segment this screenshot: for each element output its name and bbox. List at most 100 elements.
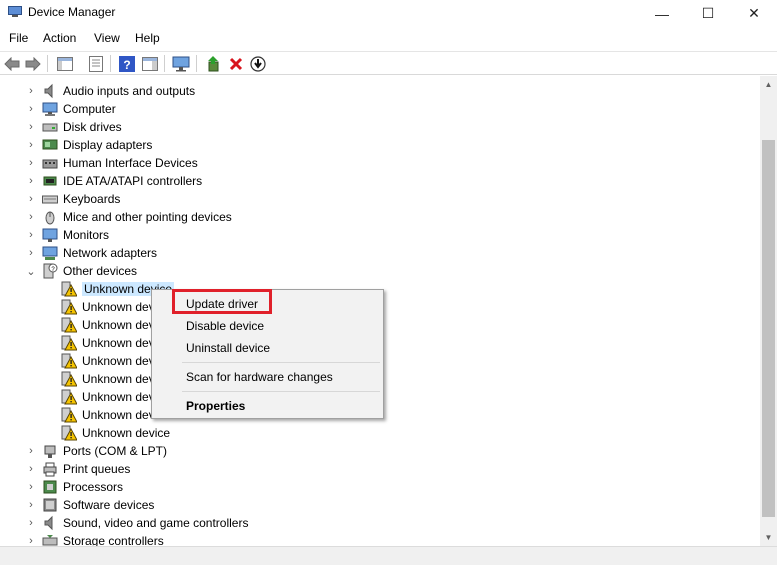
- tree-item-label: Monitors: [63, 228, 110, 242]
- chevron-right-icon[interactable]: ›: [26, 193, 36, 205]
- download-icon[interactable]: [249, 55, 267, 72]
- computer-icon: [42, 101, 58, 117]
- tree-category[interactable]: › Computer: [0, 100, 760, 118]
- tree-category[interactable]: › Mice and other pointing devices: [0, 208, 760, 226]
- tree-category[interactable]: › Software devices: [0, 496, 760, 514]
- help-icon[interactable]: ?: [118, 55, 136, 72]
- unknown-device-icon: [61, 407, 78, 423]
- tree-item-label: Disk drives: [63, 120, 122, 134]
- unknown-device-icon: [61, 371, 78, 387]
- console-tree-icon[interactable]: [56, 55, 74, 72]
- tree-item-label: Software devices: [63, 498, 155, 512]
- device-manager-window: Device Manager — ☐ ✕ File Action View He…: [0, 0, 777, 565]
- unknown-device-icon: [61, 335, 78, 351]
- keyboard-icon: [42, 191, 58, 207]
- maximize-button[interactable]: ☐: [685, 0, 731, 27]
- chevron-right-icon[interactable]: ›: [26, 247, 36, 259]
- menu-file[interactable]: File: [9, 31, 28, 45]
- menu-uninstall-device[interactable]: Uninstall device: [186, 341, 270, 355]
- software-icon: [42, 497, 58, 513]
- tree-category[interactable]: › Audio inputs and outputs: [0, 82, 760, 100]
- chevron-right-icon[interactable]: ›: [26, 85, 36, 97]
- scrollbar-thumb[interactable]: [762, 140, 775, 517]
- tree-item-label: Audio inputs and outputs: [63, 84, 196, 98]
- tree-category[interactable]: › Print queues: [0, 460, 760, 478]
- menu-disable-device[interactable]: Disable device: [186, 319, 264, 333]
- tree-item-label: Computer: [63, 102, 116, 116]
- tree-item-label: Keyboards: [63, 192, 121, 206]
- chevron-right-icon[interactable]: ›: [26, 463, 36, 475]
- chevron-right-icon[interactable]: ›: [26, 211, 36, 223]
- speaker-icon: [42, 83, 58, 99]
- port-icon: [42, 443, 58, 459]
- toolbar-separator: [110, 55, 111, 72]
- monitor-scan-icon[interactable]: [172, 55, 190, 72]
- toolbar-separator: [47, 55, 48, 72]
- tree-item-label: Other devices: [63, 264, 138, 278]
- chevron-right-icon[interactable]: ›: [26, 481, 36, 493]
- minimize-button[interactable]: —: [639, 0, 685, 27]
- mouse-icon: [42, 209, 58, 225]
- tree-category[interactable]: › IDE ATA/ATAPI controllers: [0, 172, 760, 190]
- tree-category[interactable]: › Keyboards: [0, 190, 760, 208]
- update-driver-icon[interactable]: [205, 55, 223, 72]
- tree-category[interactable]: › Disk drives: [0, 118, 760, 136]
- action-pane-icon[interactable]: [141, 55, 159, 72]
- tree-category[interactable]: › Monitors: [0, 226, 760, 244]
- monitor-icon: [42, 227, 58, 243]
- tree-item-label: Unknown dev: [82, 336, 155, 350]
- chevron-right-icon[interactable]: ›: [26, 229, 36, 241]
- tree-category-expanded[interactable]: ⌄? Other devices: [0, 262, 760, 280]
- tree-item-label: Unknown device: [82, 426, 171, 440]
- chevron-down-icon[interactable]: ⌄: [26, 265, 36, 278]
- scroll-down-arrow-icon[interactable]: ▼: [760, 529, 777, 546]
- svg-text:?: ?: [123, 58, 130, 72]
- tree-item-label: Human Interface Devices: [63, 156, 198, 170]
- menu-separator: [182, 362, 380, 363]
- tree-item-label: Sound, video and game controllers: [63, 516, 249, 530]
- forward-arrow-icon[interactable]: [24, 55, 42, 72]
- chevron-right-icon[interactable]: ›: [26, 445, 36, 457]
- unknown-device-icon: [61, 353, 78, 369]
- tree-category[interactable]: › Storage controllers: [0, 532, 760, 546]
- toolbar-separator: [196, 55, 197, 72]
- ide-icon: [42, 173, 58, 189]
- menu-action[interactable]: Action: [43, 31, 76, 45]
- unknown-device-icon: [61, 317, 78, 333]
- disk-icon: [42, 119, 58, 135]
- menu-separator: [182, 391, 380, 392]
- menu-bar: File Action View Help: [0, 28, 777, 50]
- menu-scan-hardware[interactable]: Scan for hardware changes: [186, 370, 333, 384]
- tree-category[interactable]: › Processors: [0, 478, 760, 496]
- tree-category[interactable]: › Display adapters: [0, 136, 760, 154]
- tree-item-label: Processors: [63, 480, 124, 494]
- tree-category[interactable]: › Ports (COM & LPT): [0, 442, 760, 460]
- printer-icon: [42, 461, 58, 477]
- chevron-right-icon[interactable]: ›: [26, 103, 36, 115]
- chevron-right-icon[interactable]: ›: [26, 175, 36, 187]
- tree-category[interactable]: › Network adapters: [0, 244, 760, 262]
- tree-device-unknown[interactable]: Unknown device: [0, 424, 760, 442]
- tree-item-label: Unknown dev: [82, 300, 155, 314]
- menu-view[interactable]: View: [94, 31, 120, 45]
- unknown-device-icon: [61, 389, 78, 405]
- tree-category[interactable]: › Human Interface Devices: [0, 154, 760, 172]
- chevron-right-icon[interactable]: ›: [26, 499, 36, 511]
- tree-item-label: Network adapters: [63, 246, 158, 260]
- processor-icon: [42, 479, 58, 495]
- close-button[interactable]: ✕: [731, 0, 777, 27]
- back-arrow-icon[interactable]: [3, 55, 21, 72]
- vertical-scrollbar[interactable]: ▲ ▼: [760, 76, 777, 546]
- chevron-right-icon[interactable]: ›: [26, 535, 36, 546]
- menu-help[interactable]: Help: [135, 31, 160, 45]
- chevron-right-icon[interactable]: ›: [26, 157, 36, 169]
- menu-properties[interactable]: Properties: [186, 399, 245, 413]
- tree-category[interactable]: › Sound, video and game controllers: [0, 514, 760, 532]
- uninstall-icon[interactable]: [227, 55, 245, 72]
- properties-icon[interactable]: [87, 55, 105, 72]
- chevron-right-icon[interactable]: ›: [26, 139, 36, 151]
- chevron-right-icon[interactable]: ›: [26, 121, 36, 133]
- scroll-up-arrow-icon[interactable]: ▲: [760, 76, 777, 93]
- window-title: Device Manager: [28, 5, 116, 19]
- chevron-right-icon[interactable]: ›: [26, 517, 36, 529]
